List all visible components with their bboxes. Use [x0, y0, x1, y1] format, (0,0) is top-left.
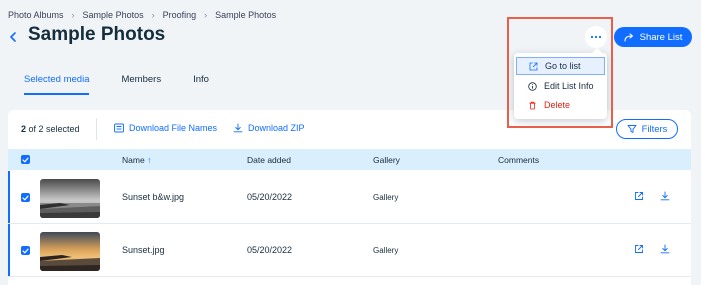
table-row[interactable]: Sunset.jpg 05/20/2022 Gallery — [8, 224, 691, 277]
filters-label: Filters — [641, 123, 668, 135]
select-all-checkbox[interactable] — [21, 155, 30, 164]
row-checkbox[interactable] — [21, 193, 30, 202]
download-item-button[interactable] — [659, 190, 671, 202]
date-added: 05/20/2022 — [247, 192, 293, 202]
checkmark-icon — [22, 195, 29, 201]
breadcrumb-item-proofing[interactable]: Proofing — [163, 10, 197, 20]
chevron-left-icon — [10, 32, 16, 42]
share-list-label: Share List — [639, 31, 683, 43]
gallery-name: Gallery — [373, 246, 399, 255]
list-icon — [114, 123, 124, 133]
file-name: Sunset b&w.jpg — [122, 192, 185, 202]
photo-thumbnail[interactable] — [40, 232, 100, 271]
download-file-names-label: Download File Names — [129, 123, 218, 133]
column-header-name[interactable]: Name ↑ — [122, 155, 151, 165]
date-added: 05/20/2022 — [247, 245, 293, 255]
file-name: Sunset.jpg — [122, 245, 165, 255]
download-icon — [660, 244, 670, 254]
download-zip-button[interactable]: Download ZIP — [233, 123, 305, 133]
filter-icon — [627, 125, 637, 133]
media-table-card: 2 of 2 selected Download File Names Down… — [8, 110, 691, 285]
row-checkbox[interactable] — [21, 246, 30, 255]
column-header-date-added: Date added — [247, 155, 291, 165]
column-header-gallery: Gallery — [373, 155, 400, 165]
tab-selected-media[interactable]: Selected media — [24, 74, 90, 95]
table-row[interactable]: Sunset b&w.jpg 05/20/2022 Gallery — [8, 171, 691, 224]
checkmark-icon — [22, 157, 29, 163]
share-icon — [624, 32, 633, 42]
annotation-highlight — [507, 17, 613, 128]
tab-members[interactable]: Members — [121, 74, 161, 95]
download-item-button[interactable] — [659, 243, 671, 255]
chevron-right-icon: › — [204, 10, 208, 20]
row-selected-indicator — [8, 224, 10, 276]
breadcrumb: Photo Albums › Sample Photos › Proofing … — [8, 10, 276, 20]
tab-bar: Selected media Members Info — [24, 74, 241, 95]
breadcrumb-item-current: Sample Photos — [215, 10, 277, 20]
photo-thumbnail[interactable] — [40, 179, 100, 218]
chevron-right-icon: › — [71, 10, 75, 20]
external-link-icon — [635, 245, 643, 253]
tab-info[interactable]: Info — [193, 74, 209, 95]
chevron-right-icon: › — [151, 10, 155, 20]
external-link-icon — [635, 192, 643, 200]
divider — [96, 118, 97, 140]
open-item-button[interactable] — [633, 243, 645, 255]
breadcrumb-item-sample-photos[interactable]: Sample Photos — [83, 10, 144, 20]
share-list-button[interactable]: Share List — [614, 27, 692, 47]
back-button[interactable] — [6, 28, 20, 46]
download-icon — [660, 191, 670, 201]
sunset-bw-thumbnail — [40, 179, 100, 218]
selection-count: 2 of 2 selected — [21, 124, 80, 134]
table-header: Name ↑ Date added Gallery Comments — [8, 149, 691, 170]
breadcrumb-item-photo-albums[interactable]: Photo Albums — [8, 10, 64, 20]
download-file-names-button[interactable]: Download File Names — [114, 123, 217, 133]
filters-button[interactable]: Filters — [616, 119, 678, 139]
download-zip-label: Download ZIP — [248, 123, 305, 133]
column-header-comments: Comments — [498, 155, 540, 165]
gallery-name: Gallery — [373, 193, 399, 202]
sunset-color-thumbnail — [40, 232, 100, 271]
row-selected-indicator — [8, 171, 10, 223]
checkmark-icon — [22, 248, 29, 254]
download-icon — [233, 123, 243, 133]
sort-ascending-icon: ↑ — [147, 155, 152, 165]
open-item-button[interactable] — [633, 190, 645, 202]
page-title: Sample Photos — [28, 24, 166, 45]
